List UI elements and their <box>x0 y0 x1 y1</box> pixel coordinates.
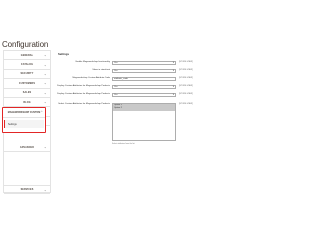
sidebar-item-label: CUSTOMERS <box>18 81 36 85</box>
scope-label: [STORE VIEW] <box>179 93 193 95</box>
settings-content: Settings Enable Mageworkshop functionali… <box>57 52 196 145</box>
dropdown-arrow-icon: ▾ <box>172 85 174 88</box>
select-value: Yes <box>114 86 118 88</box>
chevron-down-icon: ⌄ <box>44 145 47 150</box>
scope-label: [STORE VIEW] <box>179 103 193 105</box>
page-title: Configuration <box>2 40 49 49</box>
dropdown-arrow-icon: ▾ <box>172 61 174 64</box>
attributes-multiselect[interactable]: Option 1 Option 2 <box>112 103 176 141</box>
sidebar-group-head[interactable]: MAGEWORKSHOP CUSTOM ⌃ <box>3 108 45 118</box>
multiselect-option[interactable]: Option 2 <box>113 107 175 111</box>
sidebar-item-advanced[interactable]: ADVANCED ⌄ <box>3 143 51 153</box>
sidebar-item-label: GENERAL <box>20 53 34 57</box>
enable-select[interactable]: Yes ▾ <box>112 61 176 65</box>
dropdown-arrow-icon: ▾ <box>172 93 174 96</box>
scope-label: [STORE VIEW] <box>179 69 193 71</box>
scope-label: [STORE VIEW] <box>179 85 193 87</box>
sidebar-item-label: SECURITY <box>20 72 34 76</box>
storefront-select[interactable]: Yes ▾ <box>112 69 176 73</box>
sidebar-item-label: CATALOG <box>20 63 34 67</box>
sidebar-item-label: BLOG <box>23 100 31 104</box>
sidebar-subitem-settings[interactable]: Settings <box>4 120 44 128</box>
sidebar-item-label: ADVANCED <box>19 145 35 149</box>
select-value: Yes <box>114 62 118 64</box>
field-label: Show in storefront <box>92 69 110 71</box>
select-value: Yes <box>114 70 118 72</box>
scope-label: [STORE VIEW] <box>179 61 193 63</box>
dropdown-arrow-icon: ▾ <box>172 69 174 72</box>
input-value: attribute_code <box>114 78 128 80</box>
sidebar-item-services[interactable]: SERVICES ⌄ <box>4 185 50 195</box>
chevron-down-icon: ⌄ <box>44 62 47 67</box>
sidebar-group-mageworkshop-custom[interactable]: MAGEWORKSHOP CUSTOM ⌃ Settings <box>2 107 46 133</box>
sidebar-item-label: SALES <box>22 91 32 95</box>
select-value: Yes <box>114 94 118 96</box>
display-attributes-select[interactable]: Yes ▾ <box>112 85 176 89</box>
field-label: Mageworkshop Custom Attribute Code <box>72 77 110 79</box>
field-note: Select attributes from the list <box>112 143 135 145</box>
display-attributes-select-2[interactable]: Yes ▾ <box>112 93 176 97</box>
chevron-down-icon: ⌄ <box>44 53 47 58</box>
chevron-down-icon: ⌄ <box>44 188 47 193</box>
sidebar-group-label: MAGEWORKSHOP CUSTOM <box>7 111 41 114</box>
field-label: Display Custom Attributes for Mageworksh… <box>57 93 110 95</box>
sidebar-subitem-label: Settings <box>8 122 17 126</box>
section-title: Settings <box>58 52 70 56</box>
sidebar-item-label: SERVICES <box>20 188 34 192</box>
attribute-code-input[interactable]: attribute_code <box>112 77 176 81</box>
chevron-down-icon: ⌄ <box>44 71 47 76</box>
field-label: Enable Mageworkshop functionality <box>75 61 110 63</box>
scope-label: [STORE VIEW] <box>179 77 193 79</box>
chevron-up-icon: ⌃ <box>40 110 43 114</box>
field-label: Select Custom Attributes for Mageworksho… <box>58 103 110 105</box>
sidebar-item-general[interactable]: GENERAL ⌄ <box>4 51 50 61</box>
field-label: Display Custom Attributes for Mageworksh… <box>57 85 110 87</box>
